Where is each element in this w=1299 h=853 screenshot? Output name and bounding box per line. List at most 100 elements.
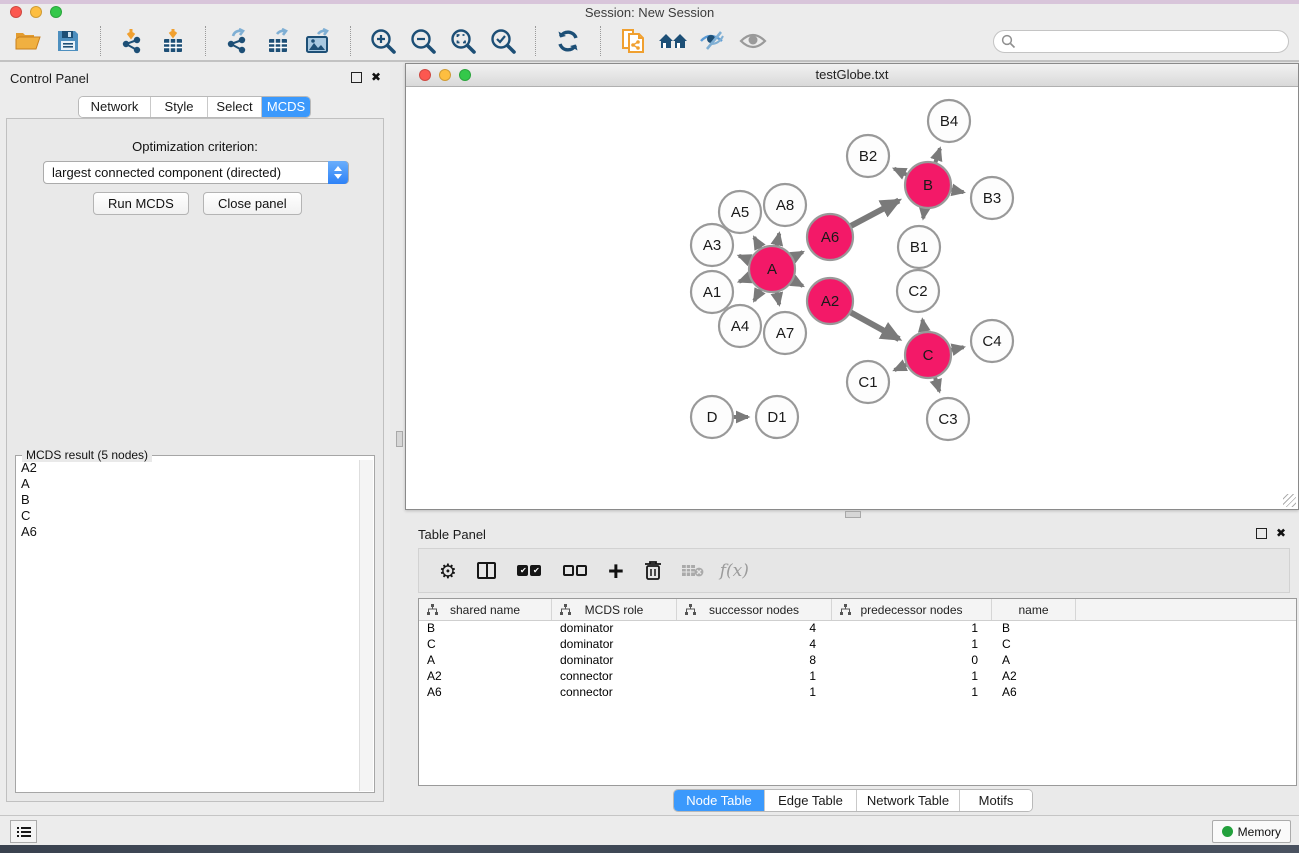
tab-style[interactable]: Style: [151, 97, 208, 117]
table-cell[interactable]: C: [992, 637, 1076, 653]
table-cell[interactable]: dominator: [552, 621, 677, 637]
table-cell[interactable]: connector: [552, 685, 677, 701]
table-cell[interactable]: 1: [832, 669, 992, 685]
table-cell[interactable]: B: [419, 621, 552, 637]
close-panel-icon[interactable]: ✖: [371, 70, 381, 84]
result-list-item[interactable]: A6: [21, 524, 358, 540]
table-cell[interactable]: 1: [832, 621, 992, 637]
result-list-item[interactable]: B: [21, 492, 358, 508]
graph-node-A[interactable]: A: [749, 246, 795, 292]
table-cell[interactable]: A6: [419, 685, 552, 701]
memory-button[interactable]: Memory: [1212, 820, 1291, 843]
tab-node-table[interactable]: Node Table: [674, 790, 765, 811]
tab-network-table[interactable]: Network Table: [857, 790, 960, 811]
graph-node-C2[interactable]: C2: [897, 270, 939, 312]
graph-node-C[interactable]: C: [905, 332, 951, 378]
resize-grip-icon[interactable]: [1283, 494, 1296, 507]
select-all-icon[interactable]: [516, 557, 542, 585]
deselect-all-icon[interactable]: [562, 557, 588, 585]
table-cell[interactable]: 8: [677, 653, 832, 669]
table-cell[interactable]: A: [992, 653, 1076, 669]
hide-eye-icon[interactable]: [698, 26, 728, 56]
graph-node-B4[interactable]: B4: [928, 100, 970, 142]
graph-node-A1[interactable]: A1: [691, 271, 733, 313]
maximize-window-button[interactable]: [50, 6, 62, 18]
table-cell[interactable]: A2: [419, 669, 552, 685]
node-table[interactable]: shared nameMCDS rolesuccessor nodesprede…: [418, 598, 1297, 786]
search-box[interactable]: [993, 30, 1289, 53]
table-cell[interactable]: C: [419, 637, 552, 653]
column-header-name[interactable]: name: [992, 599, 1076, 620]
add-icon[interactable]: +: [608, 557, 624, 585]
graph-node-A2[interactable]: A2: [807, 278, 853, 324]
network-minimize-button[interactable]: [439, 69, 451, 81]
graph-node-B3[interactable]: B3: [971, 177, 1013, 219]
result-list-item[interactable]: A: [21, 476, 358, 492]
export-network-icon[interactable]: [223, 26, 253, 56]
optimization-criterion-select[interactable]: largest connected component (directed): [43, 161, 349, 184]
graph-node-A3[interactable]: A3: [691, 224, 733, 266]
column-header-MCDS-role[interactable]: MCDS role: [552, 599, 677, 620]
graph-node-D1[interactable]: D1: [756, 396, 798, 438]
table-cell[interactable]: A2: [992, 669, 1076, 685]
close-panel-icon[interactable]: ✖: [1276, 526, 1286, 540]
duplicate-network-icon[interactable]: [618, 26, 648, 56]
graph-node-A4[interactable]: A4: [719, 305, 761, 347]
graph-node-A5[interactable]: A5: [719, 191, 761, 233]
column-icon[interactable]: [477, 557, 496, 585]
result-list-item[interactable]: C: [21, 508, 358, 524]
column-header-predecessor-nodes[interactable]: predecessor nodes: [832, 599, 992, 620]
tab-mcds[interactable]: MCDS: [262, 97, 310, 117]
save-icon[interactable]: [53, 26, 83, 56]
import-network-icon[interactable]: [118, 26, 148, 56]
import-table-icon[interactable]: [158, 26, 188, 56]
run-mcds-button[interactable]: Run MCDS: [93, 192, 189, 215]
graph-node-C4[interactable]: C4: [971, 320, 1013, 362]
network-window-titlebar[interactable]: testGlobe.txt: [406, 64, 1298, 87]
table-cell[interactable]: 4: [677, 637, 832, 653]
refresh-icon[interactable]: [553, 26, 583, 56]
graph-node-A7[interactable]: A7: [764, 312, 806, 354]
table-cell[interactable]: 1: [832, 685, 992, 701]
settings-gear-icon[interactable]: ⚙: [439, 557, 457, 585]
graph-node-B[interactable]: B: [905, 162, 951, 208]
zoom-fit-icon[interactable]: [448, 26, 478, 56]
tab-edge-table[interactable]: Edge Table: [765, 790, 857, 811]
show-eye-icon[interactable]: [738, 26, 768, 56]
zoom-in-icon[interactable]: [368, 26, 398, 56]
zoom-out-icon[interactable]: [408, 26, 438, 56]
table-row[interactable]: Bdominator41B: [419, 621, 1296, 637]
network-canvas[interactable]: AA1A2A3A4A5A6A7A8BB1B2B3B4CC1C2C3C4DD1: [406, 87, 1298, 509]
minimize-window-button[interactable]: [30, 6, 42, 18]
task-history-icon[interactable]: [10, 820, 37, 843]
table-cell[interactable]: A: [419, 653, 552, 669]
zoom-selected-icon[interactable]: [488, 26, 518, 56]
table-cell[interactable]: 1: [677, 669, 832, 685]
splitter-handle[interactable]: [396, 431, 403, 447]
float-panel-icon[interactable]: [351, 72, 362, 83]
tab-select[interactable]: Select: [208, 97, 262, 117]
network-close-button[interactable]: [419, 69, 431, 81]
network-maximize-button[interactable]: [459, 69, 471, 81]
table-cell[interactable]: 1: [832, 637, 992, 653]
close-panel-button[interactable]: Close panel: [203, 192, 302, 215]
graph-node-C1[interactable]: C1: [847, 361, 889, 403]
open-folder-icon[interactable]: [13, 26, 43, 56]
graph-node-A6[interactable]: A6: [807, 214, 853, 260]
result-list-item[interactable]: A2: [21, 460, 358, 476]
table-row[interactable]: Cdominator41C: [419, 637, 1296, 653]
table-cell[interactable]: A6: [992, 685, 1076, 701]
close-window-button[interactable]: [10, 6, 22, 18]
search-input[interactable]: [1016, 32, 1288, 50]
table-row[interactable]: Adominator80A: [419, 653, 1296, 669]
export-image-icon[interactable]: [303, 26, 333, 56]
graph-node-D[interactable]: D: [691, 396, 733, 438]
table-cell[interactable]: dominator: [552, 637, 677, 653]
home-icon[interactable]: [658, 26, 688, 56]
float-panel-icon[interactable]: [1256, 528, 1267, 539]
table-cell[interactable]: 4: [677, 621, 832, 637]
graph-node-B2[interactable]: B2: [847, 135, 889, 177]
table-row[interactable]: A6connector11A6: [419, 685, 1296, 701]
table-cell[interactable]: 1: [677, 685, 832, 701]
tab-network[interactable]: Network: [79, 97, 151, 117]
